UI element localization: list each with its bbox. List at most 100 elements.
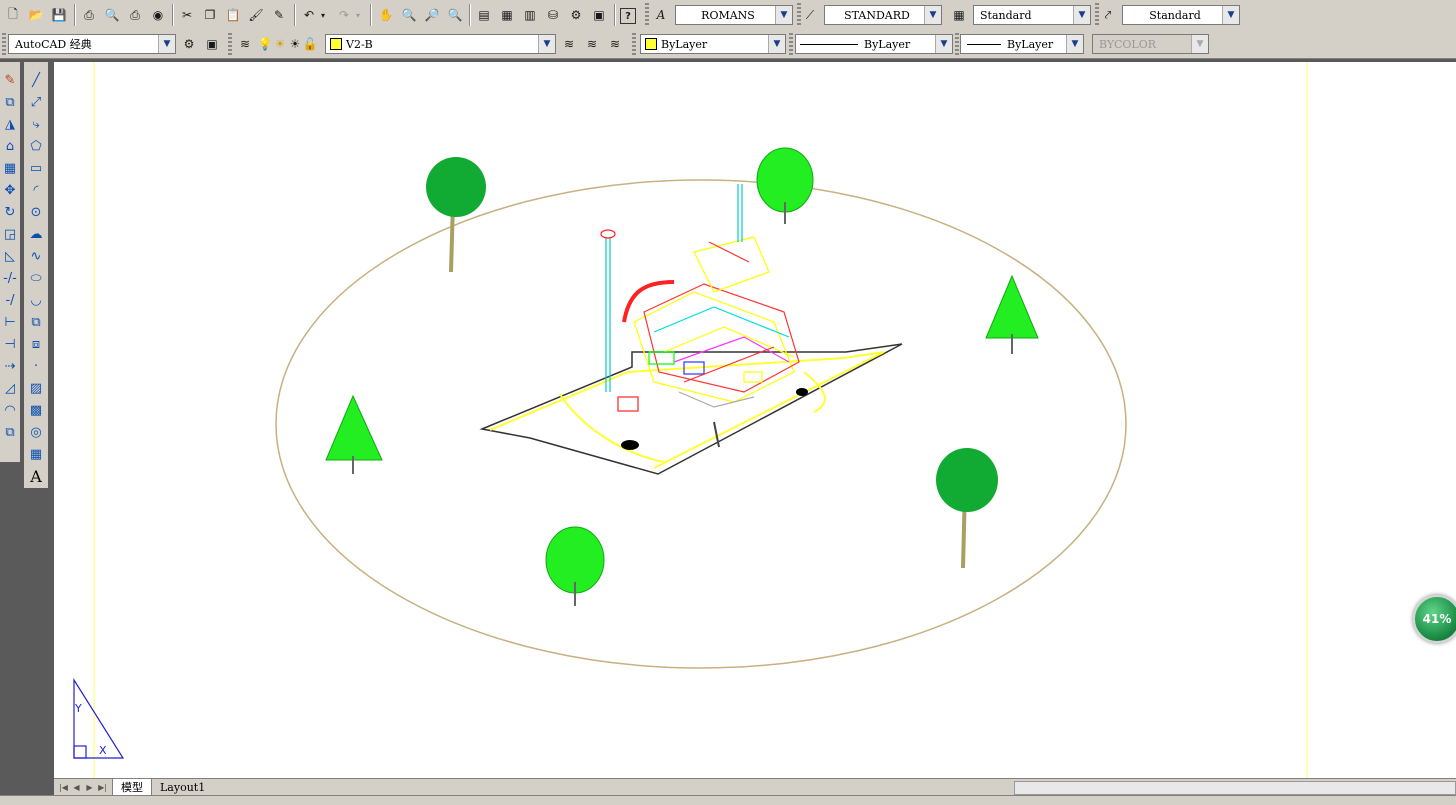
first-tab-icon[interactable]: |◀ [58,781,69,793]
design-center-icon[interactable]: ▦ [498,6,516,24]
3d-dwf-icon[interactable]: ◉ [149,6,167,24]
properties-icon[interactable]: ▤ [475,6,493,24]
erase-icon[interactable]: ✎ [0,70,20,90]
ellipse-icon[interactable]: ⬭ [24,268,48,288]
zoom-realtime-icon[interactable]: 🔍 [400,6,418,24]
array-icon[interactable]: ▦ [0,158,20,178]
offset-icon[interactable]: ⌂ [0,136,20,156]
table-style-dropdown[interactable]: Standard ▼ [973,5,1091,25]
prev-tab-icon[interactable]: ◀ [71,781,82,793]
dim-style-dropdown[interactable]: STANDARD ▼ [824,5,942,25]
performance-badge[interactable]: 41% [1413,595,1456,643]
fillet-icon[interactable]: ◠ [0,400,20,420]
layer-on-icon[interactable]: 💡 [258,35,273,53]
polyline-icon[interactable]: ⤷ [24,114,48,134]
zoom-window-icon[interactable]: 🔎 [423,6,441,24]
stretch-icon[interactable]: ◺ [0,246,20,266]
layer-viewport-icon[interactable]: ☀ [290,35,301,53]
zoom-previous-icon[interactable]: 🔍 [446,6,464,24]
construction-line-icon[interactable]: ⤢ [24,92,48,112]
break-icon[interactable]: ⊣ [0,334,20,354]
spline-icon[interactable]: ∿ [24,246,48,266]
next-tab-icon[interactable]: ▶ [84,781,95,793]
point-icon[interactable]: · [24,356,48,376]
gradient-icon[interactable]: ▩ [24,400,48,420]
trim-icon[interactable]: -/- [0,268,20,288]
ucs-y-label: Y [75,702,82,715]
make-block-icon[interactable]: ⧈ [24,334,48,354]
chevron-down-icon: ▼ [158,35,175,53]
table-icon[interactable]: ▦ [24,444,48,464]
polygon-icon[interactable]: ⬠ [24,136,48,156]
horizontal-scrollbar[interactable] [1014,781,1456,795]
help-icon[interactable]: ? [620,8,636,24]
dim-style-icon[interactable]: ⟋ [801,6,819,24]
break-at-point-icon[interactable]: ⊢ [0,312,20,332]
text-style-icon[interactable]: A [652,6,670,24]
undo-dropdown-icon[interactable]: ▾ [318,6,328,24]
table-style-icon[interactable]: ▦ [950,6,968,24]
block-editor-icon[interactable]: ✎ [270,6,288,24]
multileader-style-icon[interactable]: ⤤ [1099,6,1117,24]
line-icon[interactable]: ╱ [24,70,48,90]
redo-dropdown-icon[interactable]: ▾ [353,6,363,24]
cut-icon[interactable]: ✂ [178,6,196,24]
standard-toolbar: 🗋 📂 💾 ⎙ 🔍 ⎙ ◉ ✂ ❐ 📋 🖌 ✎ ↶ ▾ ↷ ▾ ✋ 🔍 🔎 🔍 … [0,0,1456,31]
copy-icon[interactable]: ❐ [201,6,219,24]
tab-layout1[interactable]: Layout1 [152,779,213,795]
explode-icon[interactable]: ⧉ [0,422,20,442]
move-icon[interactable]: ✥ [0,180,20,200]
save-icon[interactable]: 💾 [50,6,68,24]
markup-icon[interactable]: ⚙ [567,6,585,24]
sheet-set-icon[interactable]: ⛁ [544,6,562,24]
publish-icon[interactable]: ⎙ [126,6,144,24]
layer-previous-icon[interactable]: ≋ [583,35,601,53]
print-icon[interactable]: ⎙ [80,6,98,24]
copy-object-icon[interactable]: ⧉ [0,92,20,112]
workspace-dropdown[interactable]: AutoCAD 经典 ▼ [8,34,176,54]
layer-thaw-icon[interactable]: ☀ [275,35,286,53]
drawing-canvas[interactable]: Y X [54,62,1456,778]
print-preview-icon[interactable]: 🔍 [103,6,121,24]
open-file-icon[interactable]: 📂 [27,6,45,24]
tool-palettes-icon[interactable]: ▥ [521,6,539,24]
circle-icon[interactable]: ⊙ [24,202,48,222]
badge-percent: 41% [1422,612,1452,626]
layer-unlock-icon[interactable]: 🔓 [303,35,318,53]
last-tab-icon[interactable]: ▶| [97,781,108,793]
hatch-icon[interactable]: ▨ [24,378,48,398]
mirror-icon[interactable]: ◮ [0,114,20,134]
layer-manager-icon[interactable]: ≋ [236,35,254,53]
undo-icon[interactable]: ↶ [300,6,318,24]
redo-icon[interactable]: ↷ [335,6,353,24]
scale-icon[interactable]: ◲ [0,224,20,244]
workspace-settings-icon[interactable]: ⚙ [180,35,198,53]
join-icon[interactable]: ⇢ [0,356,20,376]
chamfer-icon[interactable]: ◿ [0,378,20,398]
new-file-icon[interactable]: 🗋 [4,6,22,24]
ellipse-arc-icon[interactable]: ◡ [24,290,48,310]
mtext-icon[interactable]: A [24,466,48,486]
layer-states-icon[interactable]: ≋ [606,35,624,53]
lineweight-control-dropdown[interactable]: ByLayer ▼ [960,34,1084,54]
paste-icon[interactable]: 📋 [224,6,242,24]
insert-block-icon[interactable]: ⧉ [24,312,48,332]
revision-cloud-icon[interactable]: ☁ [24,224,48,244]
workspace-save-icon[interactable]: ▣ [203,35,221,53]
text-style-dropdown[interactable]: ROMANS ▼ [675,5,793,25]
rectangle-icon[interactable]: ▭ [24,158,48,178]
tab-model[interactable]: 模型 [112,779,152,796]
color-control-dropdown[interactable]: ByLayer ▼ [640,34,786,54]
extend-icon[interactable]: -/ [0,290,20,310]
arc-icon[interactable]: ◜ [24,180,48,200]
linetype-control-dropdown[interactable]: ByLayer ▼ [795,34,953,54]
calculator-icon[interactable]: ▣ [590,6,608,24]
pan-icon[interactable]: ✋ [377,6,395,24]
multileader-style-dropdown[interactable]: Standard ▼ [1122,5,1240,25]
layer-dropdown[interactable]: V2-B ▼ [325,34,556,54]
region-icon[interactable]: ◎ [24,422,48,442]
match-properties-icon[interactable]: 🖌 [247,6,265,24]
rotate-icon[interactable]: ↻ [0,202,20,222]
make-current-layer-icon[interactable]: ≋ [560,35,578,53]
tree-top [756,147,814,224]
